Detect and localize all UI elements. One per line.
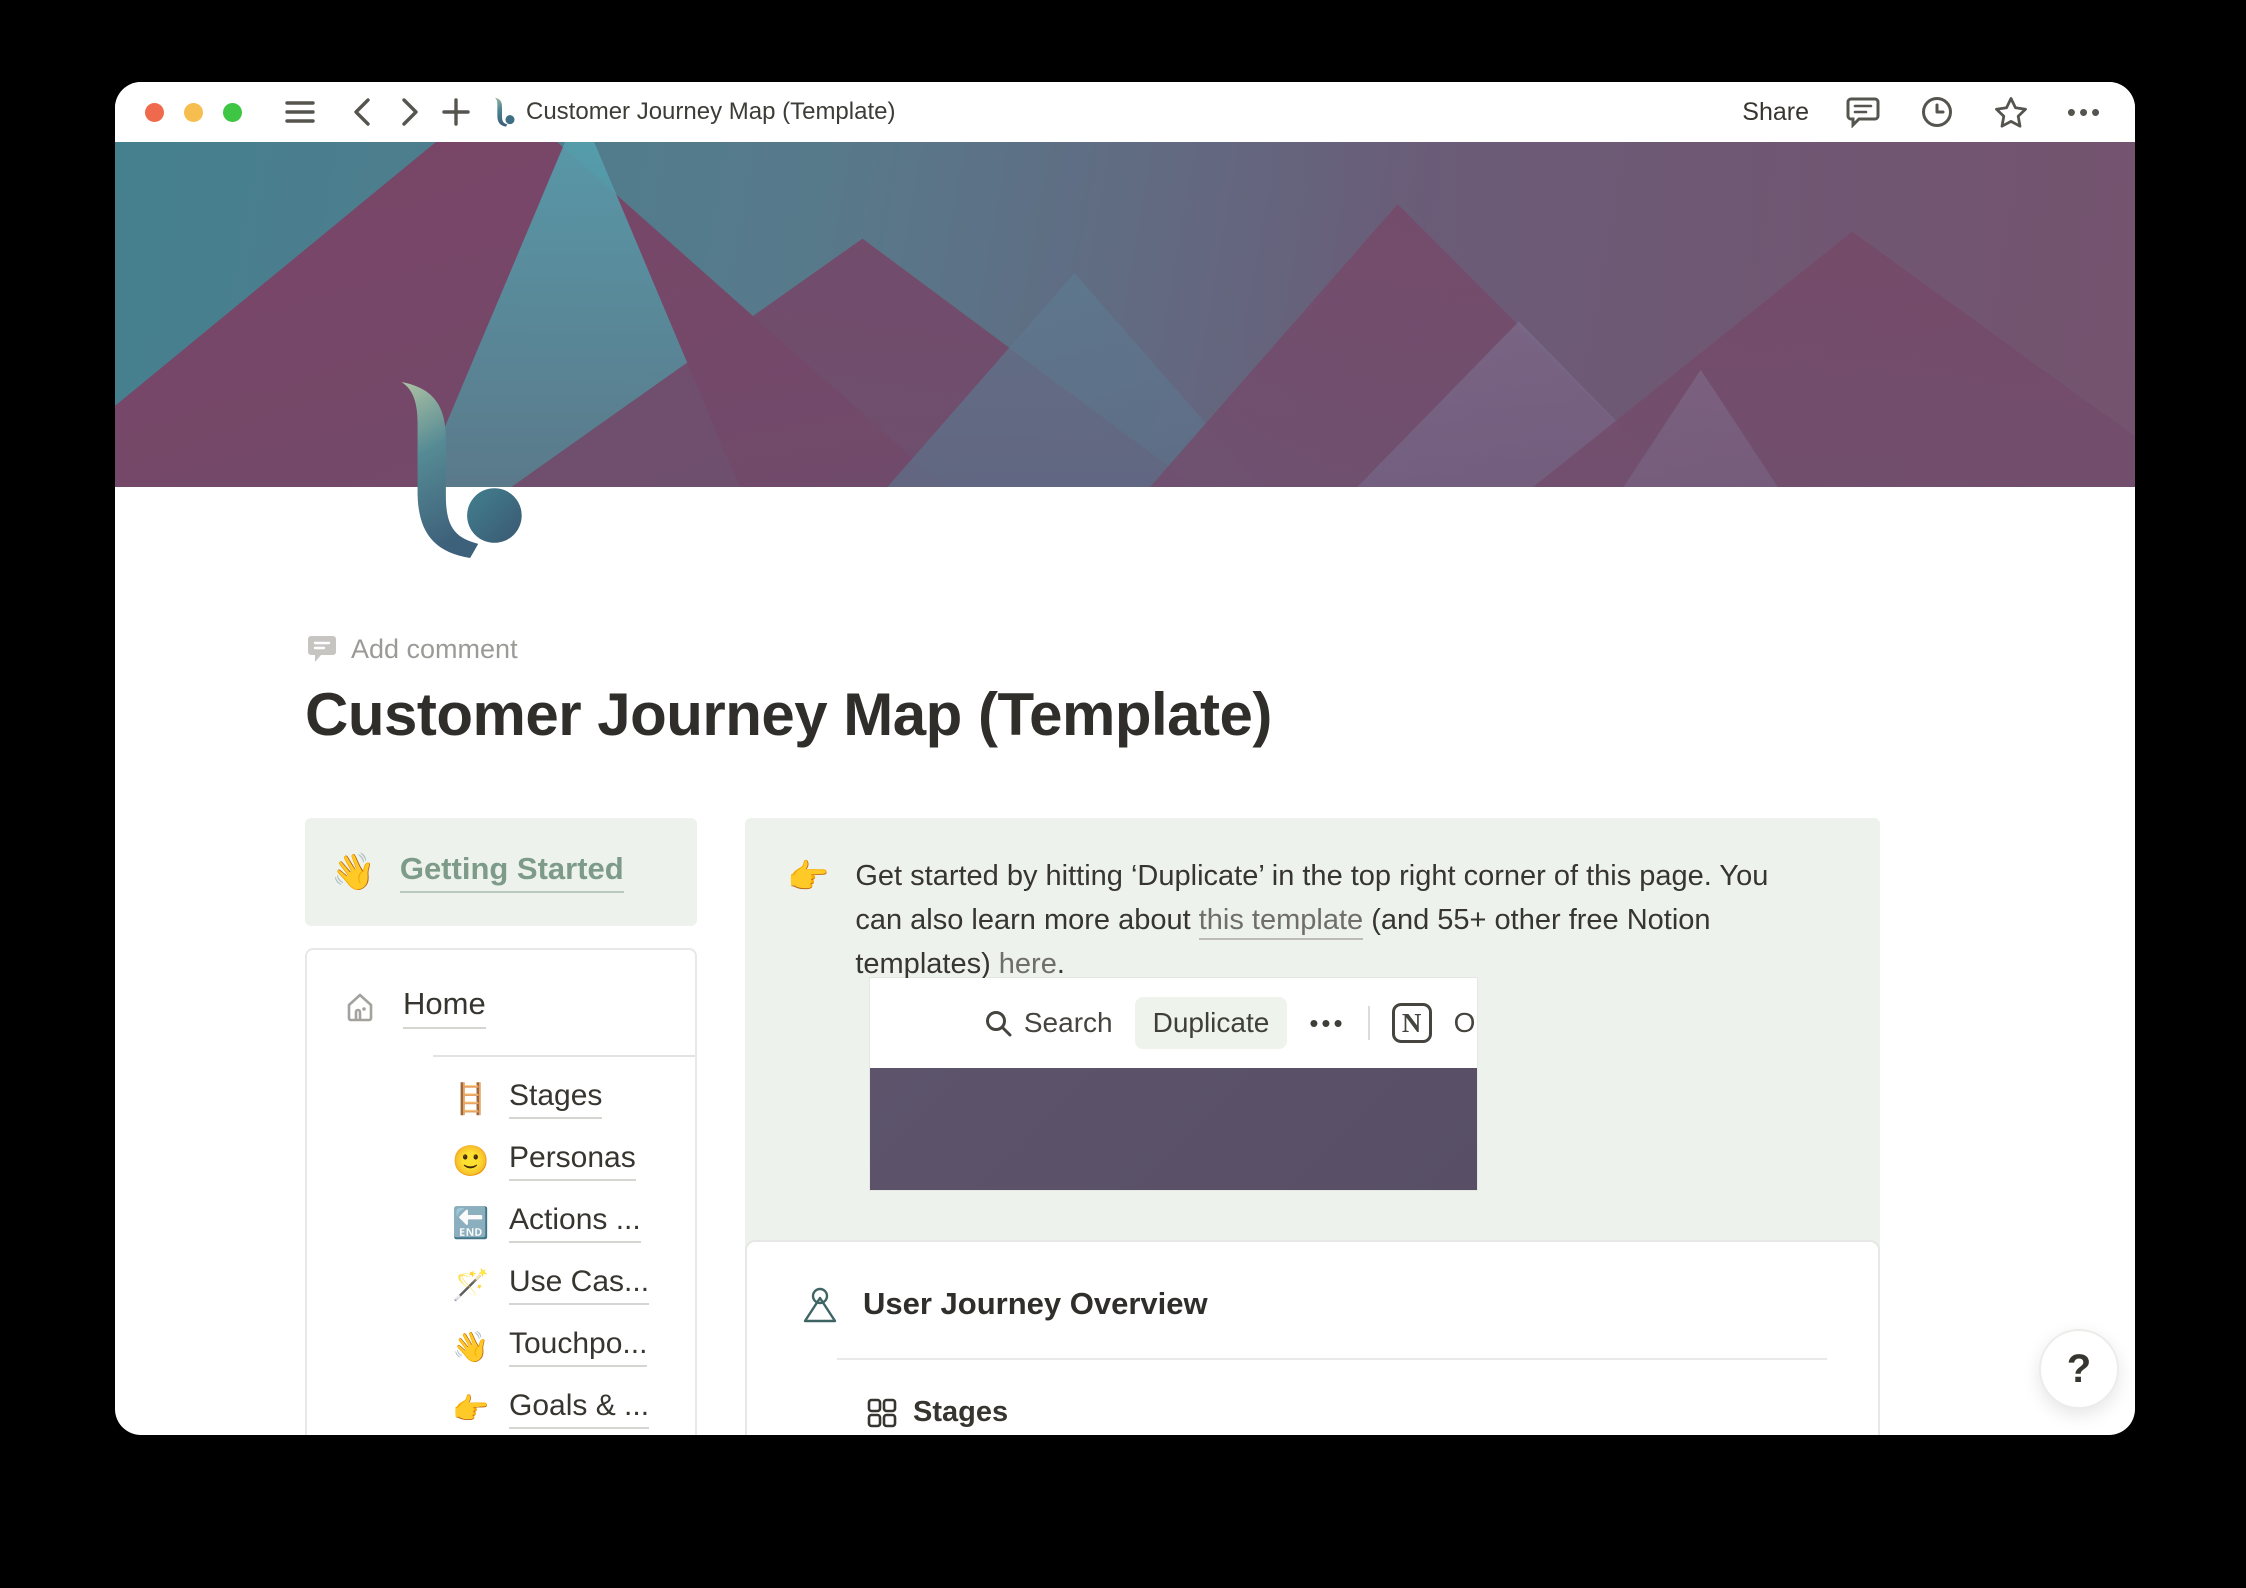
callout-text-segment: . (1056, 948, 1065, 980)
more-options-button[interactable]: ••• (2065, 92, 2105, 132)
home-icon (343, 991, 377, 1025)
tab-stages-label[interactable]: Stages (913, 1396, 1008, 1429)
nav-item-label[interactable]: Personas (509, 1141, 636, 1181)
wave-emoji-icon: 👋 (452, 1330, 490, 1364)
end-arrow-emoji-icon: 🔚 (452, 1206, 490, 1240)
embedded-open-label: Op (1453, 1007, 1477, 1038)
persona-pin-icon (801, 1284, 839, 1324)
add-comment-button[interactable]: Add comment (307, 634, 518, 665)
page-nav-box: Home 🪜 Stages 🙂 Personas 🔚 Actions ... 🪄… (305, 948, 697, 1435)
page-icon-logo[interactable] (383, 378, 533, 560)
history-clock-icon[interactable] (1917, 92, 1957, 132)
overview-card-title[interactable]: User Journey Overview (863, 1286, 1208, 1322)
comments-icon[interactable] (1843, 92, 1883, 132)
search-icon (985, 1011, 1012, 1037)
titlebar: Customer Journey Map (Template) Share ••… (115, 82, 2135, 142)
window-title: Customer Journey Map (Template) (526, 98, 896, 125)
smiley-emoji-icon: 🙂 (452, 1144, 490, 1178)
notion-window: Customer Journey Map (Template) Share ••… (115, 82, 2135, 1435)
nav-home-label[interactable]: Home (403, 986, 486, 1029)
overview-card-tabs: Stages (867, 1396, 1878, 1435)
nav-item-label[interactable]: Actions ... (509, 1203, 641, 1243)
nav-item-actions[interactable]: 🔚 Actions ... (451, 1203, 695, 1243)
embedded-search-button: Search (984, 1007, 1113, 1039)
duplicate-instructions-callout: 👉 Get started by hitting ‘Duplicate’ in … (745, 818, 1880, 1290)
embedded-screenshot[interactable]: Search Duplicate ••• N Op (870, 978, 1477, 1190)
callout-text: Get started by hitting ‘Duplicate’ in th… (855, 854, 1815, 986)
pointing-right-emoji-icon: 👉 (452, 1392, 490, 1426)
screenshot-canvas: Customer Journey Map (Template) Share ••… (0, 0, 2246, 1588)
nav-item-label[interactable]: Goals & ... (509, 1389, 650, 1429)
ladder-emoji-icon: 🪜 (452, 1082, 490, 1116)
nav-item-label[interactable]: Stages (509, 1079, 603, 1119)
nav-item-home[interactable]: Home (343, 986, 695, 1029)
embedded-screenshot-cover (870, 1068, 1477, 1190)
sidebar-menu-icon[interactable] (280, 92, 320, 132)
page-favicon-logo (492, 97, 516, 127)
add-comment-label: Add comment (351, 634, 518, 664)
embedded-toolbar-divider (1367, 1006, 1370, 1040)
new-tab-button[interactable] (436, 92, 476, 132)
help-button[interactable]: ? (2039, 1329, 2119, 1409)
gallery-grid-icon (867, 1398, 897, 1427)
minimize-window-button[interactable] (184, 102, 203, 122)
back-button[interactable] (342, 92, 382, 132)
titlebar-actions: Share ••• (1742, 92, 2105, 132)
getting-started-callout[interactable]: 👋 Getting Started (305, 818, 697, 926)
overview-card-divider (837, 1358, 1827, 1360)
magic-wand-emoji-icon: 🪄 (452, 1268, 490, 1302)
nav-item-goals[interactable]: 👉 Goals & ... (451, 1389, 695, 1429)
nav-item-personas[interactable]: 🙂 Personas (451, 1141, 695, 1181)
nav-item-label[interactable]: Touchpo... (509, 1327, 648, 1367)
comment-bubble-icon (308, 636, 336, 662)
overview-card-header[interactable]: User Journey Overview (801, 1284, 1878, 1324)
nav-divider (433, 1055, 695, 1057)
zoom-window-button[interactable] (223, 102, 242, 122)
user-journey-overview-card: User Journey Overview Stages (745, 1240, 1880, 1435)
tab-stages[interactable]: Stages (867, 1396, 1050, 1435)
nav-item-label[interactable]: Use Cas... (509, 1265, 650, 1305)
nav-item-stages[interactable]: 🪜 Stages (451, 1079, 695, 1119)
this-template-link[interactable]: this template (1198, 904, 1364, 940)
embedded-more-button: ••• (1309, 1007, 1346, 1038)
embedded-toolbar: Search Duplicate ••• N Op (870, 978, 1477, 1068)
pointing-right-emoji-icon: 👉 (787, 858, 830, 896)
page-title[interactable]: Customer Journey Map (Template) (305, 680, 1272, 749)
forward-button[interactable] (390, 92, 430, 132)
share-button[interactable]: Share (1742, 98, 1809, 127)
embedded-search-label: Search (1023, 1007, 1113, 1038)
wave-emoji-icon: 👋 (331, 851, 376, 892)
nav-item-use-cases[interactable]: 🪄 Use Cas... (451, 1265, 695, 1305)
notion-logo-icon: N (1391, 1003, 1432, 1043)
nav-item-touchpoints[interactable]: 👋 Touchpo... (451, 1327, 695, 1367)
embedded-duplicate-button: Duplicate (1134, 997, 1288, 1049)
close-window-button[interactable] (145, 102, 164, 122)
getting-started-link[interactable]: Getting Started (399, 851, 624, 893)
favorite-star-icon[interactable] (1991, 92, 2031, 132)
traffic-lights (145, 102, 242, 122)
